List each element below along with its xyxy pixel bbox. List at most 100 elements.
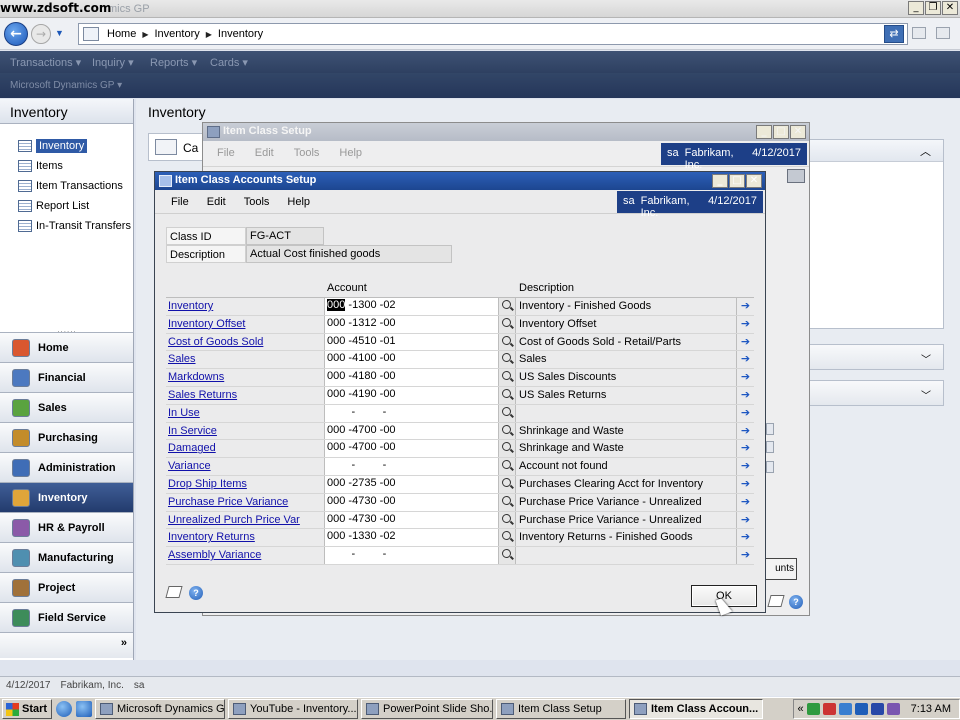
lookup-icon[interactable] — [498, 440, 516, 458]
account-type-link[interactable]: Inventory — [166, 298, 324, 315]
top-menu-item[interactable]: Reports ▾ — [150, 56, 197, 69]
expansion-arrow-icon[interactable]: ➔ — [736, 422, 754, 440]
minimize-button[interactable]: _ — [712, 174, 728, 188]
account-type-link[interactable]: Unrealized Purch Price Var — [166, 511, 324, 529]
account-number-field[interactable]: 000 -4190 -00 — [324, 386, 498, 404]
note-icon[interactable] — [165, 586, 183, 598]
tray-expand-icon[interactable]: « — [798, 703, 804, 715]
printer-icon[interactable] — [787, 169, 805, 183]
menu-item[interactable]: Help — [287, 196, 310, 208]
menu-item[interactable]: Edit — [207, 196, 226, 208]
lookup-icon[interactable] — [498, 386, 516, 404]
nav-button-home[interactable]: Home — [0, 332, 133, 362]
expansion-arrow-icon[interactable]: ➔ — [736, 369, 754, 386]
account-type-link[interactable]: Drop Ship Items — [166, 475, 324, 493]
account-number-field[interactable]: 000 -4700 -00 — [324, 440, 498, 458]
maximize-button[interactable]: □ — [773, 125, 789, 139]
taskbar-task[interactable]: Item Class Setup — [496, 699, 626, 719]
account-type-link[interactable]: Inventory Returns — [166, 529, 324, 547]
breadcrumb-item[interactable]: Inventory — [155, 28, 200, 41]
account-number-field[interactable]: - - — [324, 547, 498, 564]
account-number-field[interactable]: 000 -4510 -01 — [324, 333, 498, 351]
nav-more-button[interactable]: » — [0, 632, 133, 658]
lookup-icon[interactable] — [498, 351, 516, 369]
nav-link-item[interactable]: Item Transactions — [18, 176, 133, 196]
lookup-icon[interactable] — [498, 369, 516, 386]
maximize-button[interactable]: □ — [729, 174, 745, 188]
list-icon[interactable] — [936, 27, 950, 39]
top-menu-item[interactable]: Transactions ▾ — [10, 56, 81, 69]
forward-button[interactable]: → — [31, 24, 51, 44]
nav-button-hr-payroll[interactable]: HR & Payroll — [0, 512, 133, 542]
account-type-link[interactable]: Sales Returns — [166, 386, 324, 404]
taskbar-task[interactable]: YouTube - Inventory... — [228, 699, 358, 719]
taskbar-task[interactable]: Microsoft Dynamics GP — [95, 699, 225, 719]
lookup-icon[interactable] — [498, 298, 516, 315]
ie-quicklaunch-icon[interactable] — [56, 701, 72, 717]
lookup-icon[interactable] — [498, 511, 516, 529]
sync-icon[interactable] — [838, 703, 852, 715]
nav-button-inventory[interactable]: Inventory — [0, 482, 133, 512]
menu-item[interactable]: Edit — [255, 147, 274, 160]
expansion-arrow-icon[interactable]: ➔ — [736, 511, 754, 529]
account-type-link[interactable]: In Service — [166, 422, 324, 440]
lookup-icon[interactable] — [498, 493, 516, 511]
account-type-link[interactable]: Sales — [166, 351, 324, 369]
expansion-arrow-icon[interactable]: ➔ — [736, 440, 754, 458]
menu-item[interactable]: File — [171, 196, 189, 208]
nav-button-financial[interactable]: Financial — [0, 362, 133, 392]
account-type-link[interactable]: Markdowns — [166, 369, 324, 386]
nav-button-sales[interactable]: Sales — [0, 392, 133, 422]
expansion-arrow-icon[interactable]: ➔ — [736, 315, 754, 333]
nav-link-item[interactable]: In-Transit Transfers — [18, 216, 133, 236]
window-titlebar[interactable]: Item Class Setup _ □ ✕ — [203, 123, 809, 141]
minimize-button[interactable]: _ — [756, 125, 772, 139]
account-number-field[interactable]: 000 -4730 -00 — [324, 511, 498, 529]
minimize-button[interactable]: _ — [908, 1, 924, 15]
help-icon[interactable]: ? — [789, 595, 803, 609]
expansion-arrow-icon[interactable]: ➔ — [736, 386, 754, 404]
nav-link-item[interactable]: Inventory — [18, 136, 133, 156]
menu-item[interactable]: Tools — [294, 147, 320, 160]
top-menu-item[interactable]: Inquiry ▾ — [92, 56, 134, 69]
help-icon[interactable]: ? — [189, 586, 203, 600]
account-number-field[interactable]: 000 -4100 -00 — [324, 351, 498, 369]
security-icon[interactable] — [822, 703, 836, 715]
window-icon[interactable] — [912, 27, 926, 39]
account-number-field[interactable]: 000 -2735 -00 — [324, 475, 498, 493]
lookup-icon[interactable] — [498, 333, 516, 351]
account-type-link[interactable]: Purchase Price Variance — [166, 493, 324, 511]
account-type-link[interactable]: In Use — [166, 404, 324, 422]
expansion-arrow-icon[interactable]: ➔ — [736, 333, 754, 351]
expansion-arrow-icon[interactable]: ➔ — [736, 298, 754, 315]
expansion-arrow-icon[interactable]: ➔ — [736, 458, 754, 475]
window-titlebar[interactable]: Item Class Accounts Setup _ □ ✕ — [155, 172, 765, 190]
nav-link-item[interactable]: Report List — [18, 196, 133, 216]
lookup-icon[interactable] — [498, 315, 516, 333]
close-button[interactable]: ✕ — [746, 174, 762, 188]
taskbar-task[interactable]: Item Class Accoun... — [629, 699, 763, 719]
nav-button-project[interactable]: Project — [0, 572, 133, 602]
expansion-arrow-icon[interactable]: ➔ — [736, 351, 754, 369]
account-number-field[interactable]: 000 -4180 -00 — [324, 369, 498, 386]
breadcrumb-item[interactable]: Home — [107, 28, 136, 41]
nav-link-item[interactable]: Items — [18, 156, 133, 176]
lookup-icon[interactable] — [498, 475, 516, 493]
history-dropdown-icon[interactable]: ▼ — [55, 28, 64, 38]
lookup-icon[interactable] — [498, 404, 516, 422]
account-type-link[interactable]: Inventory Offset — [166, 315, 324, 333]
breadcrumb-bar[interactable]: Home ▶ Inventory ▶ Inventory — [78, 23, 908, 45]
close-button[interactable]: ✕ — [942, 1, 958, 15]
top-menu-item[interactable]: Cards ▾ — [210, 56, 248, 69]
network-icon[interactable] — [806, 703, 820, 715]
expansion-arrow-icon[interactable]: ➔ — [736, 547, 754, 564]
refresh-icon[interactable]: ⇄ — [884, 25, 904, 43]
account-number-field[interactable]: 000 -4700 -00 — [324, 422, 498, 440]
breadcrumb-item[interactable]: Inventory — [218, 28, 263, 41]
account-number-field[interactable]: 000 -1330 -02 — [324, 529, 498, 547]
nav-button-field-service[interactable]: Field Service — [0, 602, 133, 632]
nav-button-manufacturing[interactable]: Manufacturing — [0, 542, 133, 572]
note-icon[interactable] — [767, 595, 785, 607]
close-button[interactable]: ✕ — [790, 125, 806, 139]
lookup-icon[interactable] — [498, 547, 516, 564]
